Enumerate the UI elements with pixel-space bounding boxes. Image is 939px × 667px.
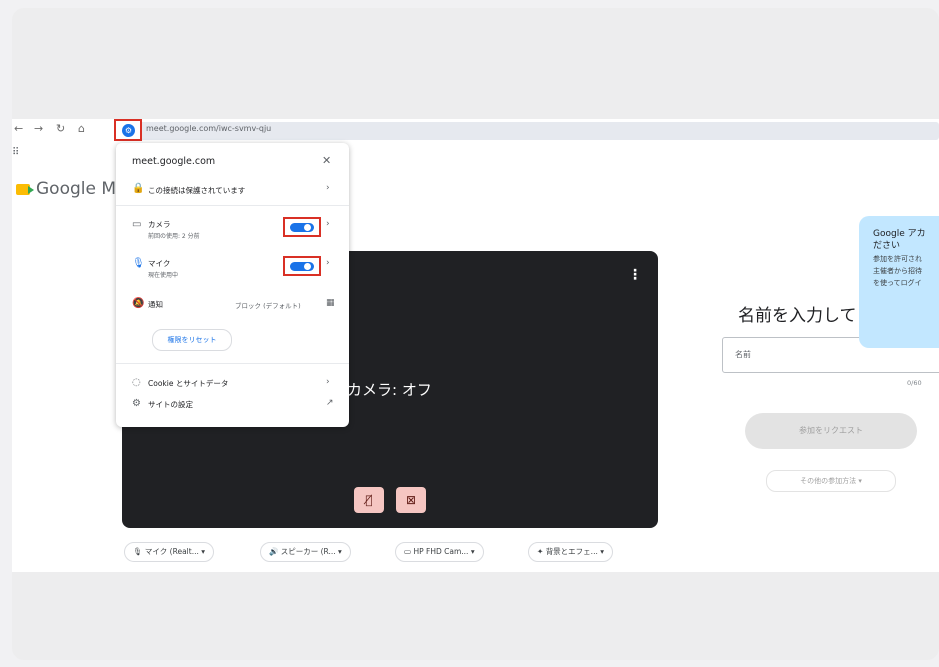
- join-title: 名前を入力して: [738, 306, 857, 326]
- camera-select-chip[interactable]: ▭ HP FHD Cam... ▾: [395, 542, 484, 562]
- reset-permissions-button[interactable]: 権限をリセット: [152, 329, 232, 351]
- sign-in-tooltip: Google アカ ださい 参加を許可され 主催者から招待 を使ってログイ: [859, 216, 939, 348]
- effects-label: 背景とエフェ...: [545, 547, 598, 556]
- camera-label: カメラ: [148, 220, 171, 229]
- open-external-icon: ↗: [326, 398, 334, 408]
- mic-off-button[interactable]: 🎙̸: [354, 487, 384, 513]
- speaker-icon: 🔊: [269, 547, 279, 556]
- site-info-popup: meet.google.com ✕ 🔒 この接続は保護されています › ▭ カメ…: [116, 143, 349, 427]
- site-settings-label: サイトの設定: [148, 400, 193, 409]
- mic-in-use: 現在使用中: [148, 272, 179, 279]
- effects-icon: ✦: [537, 547, 544, 556]
- camera-off-button[interactable]: ⊠: [396, 487, 426, 513]
- char-counter: 0/60: [907, 379, 922, 387]
- tooltip-title-1: Google アカ: [873, 229, 926, 239]
- name-placeholder: 名前: [735, 350, 751, 359]
- meet-wordmark: Google M: [36, 179, 117, 199]
- mic-select-chip[interactable]: 🎙 マイク (Realt... ▾: [124, 542, 214, 562]
- camera-last-used: 前回の使用: 2 分前: [148, 233, 200, 240]
- camera-icon: ▭: [132, 219, 142, 230]
- more-options-icon[interactable]: ⋮: [628, 267, 642, 283]
- chevron-right-icon[interactable]: ›: [326, 219, 330, 229]
- mic-toggle[interactable]: [290, 262, 314, 271]
- mic-toggle-highlight[interactable]: [283, 256, 321, 276]
- cookie-icon: ◌: [132, 377, 141, 388]
- chevron-right-icon: ›: [326, 183, 330, 193]
- connection-secure-label: この接続は保護されています: [148, 186, 246, 195]
- speaker-select-label: スピーカー (R...: [280, 547, 336, 556]
- tooltip-text-2: 主催者から招待: [873, 267, 922, 275]
- divider: [116, 205, 349, 206]
- reload-icon[interactable]: ↻: [56, 122, 65, 135]
- notifications-label: 通知: [148, 300, 163, 309]
- camera-off-text: カメラ: オフ: [347, 381, 432, 399]
- camera-toggle-highlight[interactable]: [283, 217, 321, 237]
- chevron-right-icon: ›: [326, 377, 330, 387]
- apps-icon[interactable]: ⠿: [12, 147, 19, 158]
- mic-icon: 🎙: [133, 547, 143, 556]
- tooltip-text-1: 参加を許可され: [873, 255, 922, 263]
- browser-toolbar: ← → ↻ ⌂ meet.google.com/iwc-svmv-qju ⚙: [12, 119, 939, 143]
- meet-camera-icon: [16, 184, 34, 195]
- other-ways-button[interactable]: その他の参加方法 ▾: [766, 470, 896, 492]
- home-icon[interactable]: ⌂: [78, 122, 85, 135]
- tooltip-text-3: を使ってログイ: [873, 279, 922, 287]
- camera-off-icon: ⊠: [405, 493, 417, 507]
- popup-domain: meet.google.com: [132, 156, 216, 167]
- other-ways-label: その他の参加方法: [800, 477, 857, 485]
- dropdown-icon[interactable]: ▦: [326, 298, 335, 308]
- mic-icon: 🎙: [132, 258, 145, 269]
- address-bar[interactable]: meet.google.com/iwc-svmv-qju: [138, 122, 939, 140]
- lock-icon: 🔒: [132, 183, 145, 194]
- site-info-button[interactable]: ⚙: [114, 119, 142, 141]
- camera-icon: ▭: [404, 547, 412, 556]
- effects-chip[interactable]: ✦ 背景とエフェ... ▾: [528, 542, 613, 562]
- tune-icon: ⚙: [122, 124, 135, 137]
- back-icon[interactable]: ←: [14, 122, 23, 135]
- camera-select-label: HP FHD Cam...: [413, 547, 469, 556]
- speaker-select-chip[interactable]: 🔊 スピーカー (R... ▾: [260, 542, 351, 562]
- settings-icon: ⚙: [132, 398, 141, 409]
- notifications-off-icon: 🔕: [132, 298, 145, 309]
- mic-select-label: マイク (Realt...: [144, 547, 199, 556]
- chevron-right-icon[interactable]: ›: [326, 258, 330, 268]
- url-text: meet.google.com/iwc-svmv-qju: [146, 124, 272, 133]
- mic-label: マイク: [148, 259, 171, 268]
- close-icon[interactable]: ✕: [322, 154, 331, 167]
- mic-off-icon: 🎙̸: [365, 493, 373, 507]
- tooltip-title-2: ださい: [873, 241, 901, 251]
- forward-icon[interactable]: →: [34, 122, 43, 135]
- notifications-state: ブロック (デフォルト): [235, 302, 301, 310]
- cookies-label: Cookie とサイトデータ: [148, 379, 229, 388]
- camera-toggle[interactable]: [290, 223, 314, 232]
- divider: [116, 363, 349, 364]
- browser-screenshot: ← → ↻ ⌂ meet.google.com/iwc-svmv-qju ⚙ ⠿…: [12, 119, 939, 572]
- ask-to-join-button[interactable]: 参加をリクエスト: [745, 413, 917, 449]
